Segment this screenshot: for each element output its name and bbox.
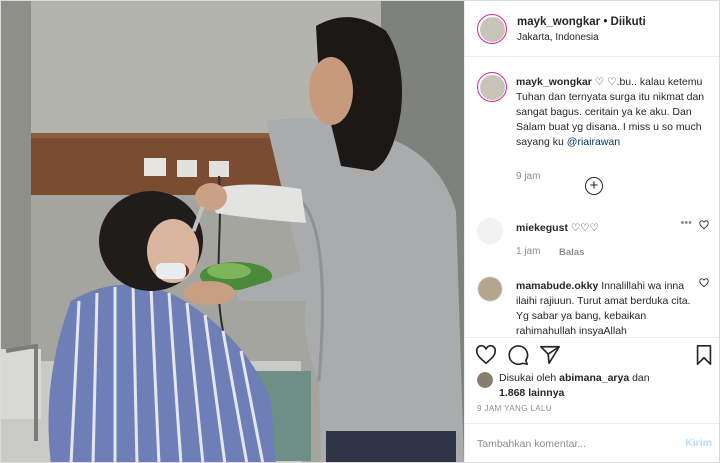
author-line: mayk_wongkar • Diikuti [517, 16, 646, 28]
post-location[interactable]: Jakarta, Indonesia [517, 32, 599, 43]
likes-others[interactable]: 1.868 lainnya [499, 387, 564, 399]
avatar-image [477, 372, 493, 388]
likes-prefix: Disukai oleh [499, 372, 560, 384]
avatar-image [479, 16, 505, 42]
likes-text: Disukai oleh abimana_arya dan 1.868 lain… [499, 371, 699, 401]
comment-text: mamabude.okky Innalillahi wa inna ilaihi… [516, 279, 691, 336]
bookmark-icon[interactable] [693, 344, 715, 366]
commenter-avatar[interactable] [477, 276, 503, 302]
comment-time[interactable]: 1 jam [516, 246, 540, 257]
avatar-image [479, 74, 505, 100]
avatar-image [478, 219, 502, 243]
comments-section: mayk_wongkar ♡ ♡.bu.. kalau ketemu Tuhan… [465, 58, 719, 336]
avatar-image [478, 277, 502, 301]
reply-button[interactable]: Balas [559, 247, 584, 258]
post-side-panel: mayk_wongkar • Diikuti Jakarta, Indonesi… [464, 1, 719, 462]
caption-username[interactable]: mayk_wongkar [516, 76, 592, 88]
author-avatar[interactable] [477, 14, 507, 44]
instagram-post-window: mayk_wongkar • Diikuti Jakarta, Indonesi… [0, 0, 720, 463]
add-comment-bar: Kirim [465, 423, 719, 462]
liker-avatar[interactable] [477, 372, 493, 388]
more-horizontal-icon[interactable]: ••• [680, 217, 692, 229]
likes-middle: dan [629, 372, 650, 384]
comment-icon[interactable] [507, 344, 529, 366]
heart-icon[interactable] [699, 278, 709, 288]
post-header: mayk_wongkar • Diikuti Jakarta, Indonesi… [465, 1, 719, 57]
photo-illustration [1, 1, 464, 462]
comment-body: ♡♡♡ [567, 222, 600, 234]
caption-avatar[interactable] [477, 72, 507, 102]
post-timestamp[interactable]: 9 JAM YANG LALU [477, 404, 552, 413]
comment-text: miekegust ♡♡♡ [516, 221, 691, 236]
caption-mention[interactable]: @riairawan [567, 136, 620, 148]
commenter-avatar[interactable] [477, 218, 503, 244]
plus-circle-icon[interactable]: + [585, 177, 603, 195]
comment-input[interactable] [477, 436, 667, 452]
comment-username[interactable]: miekegust [516, 222, 568, 234]
heart-icon[interactable] [475, 344, 497, 366]
caption-text: mayk_wongkar ♡ ♡.bu.. kalau ketemu Tuhan… [516, 75, 716, 150]
follow-status[interactable]: • Diikuti [603, 16, 645, 28]
heart-icon[interactable] [699, 220, 709, 230]
caption-time[interactable]: 9 jam [516, 171, 540, 182]
post-actions-bar [465, 337, 719, 375]
paper-plane-icon[interactable] [539, 344, 561, 366]
post-photo[interactable] [1, 1, 464, 462]
author-username[interactable]: mayk_wongkar [517, 16, 600, 28]
comment-username[interactable]: mamabude.okky [516, 280, 598, 292]
post-comment-button[interactable]: Kirim [685, 437, 712, 449]
liker-username[interactable]: abimana_arya [559, 372, 629, 384]
